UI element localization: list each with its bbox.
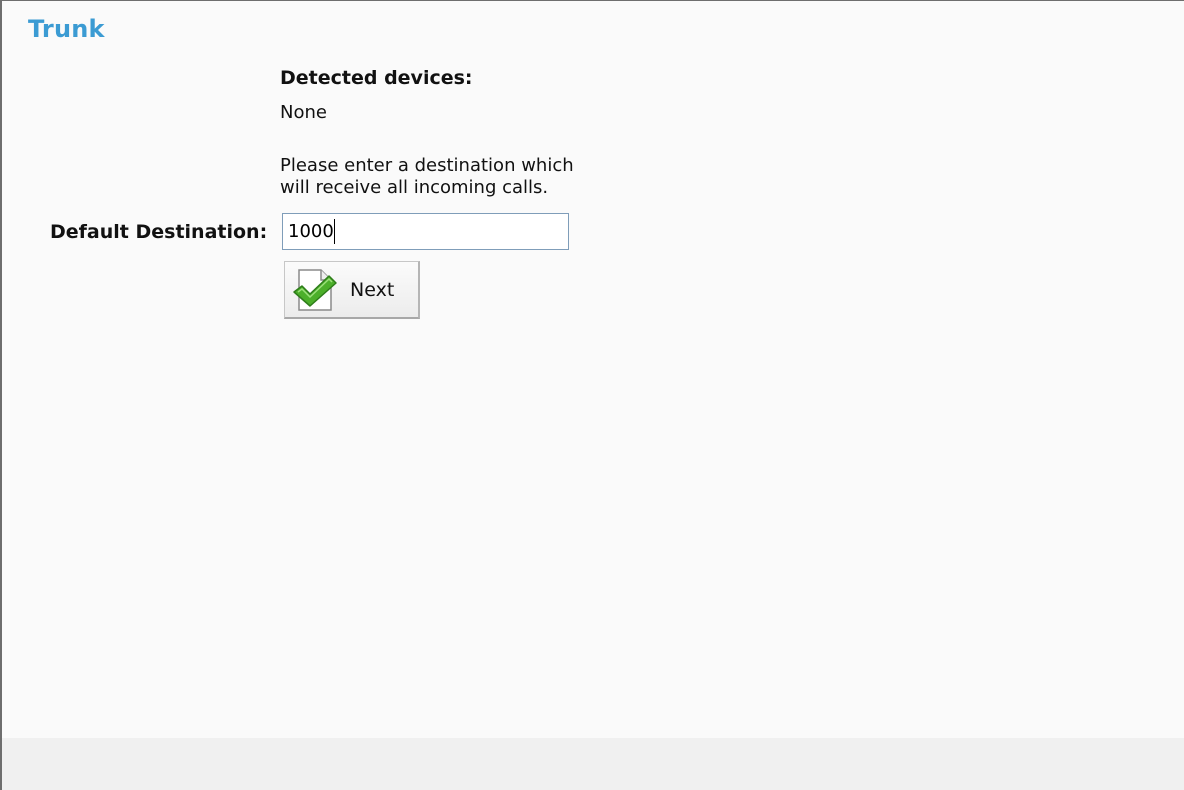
text-caret <box>334 219 335 244</box>
next-button[interactable]: Next <box>284 261 420 319</box>
destination-instructions: Please enter a destination which will re… <box>280 155 574 198</box>
default-destination-input[interactable] <box>282 213 569 250</box>
page-title: Trunk <box>28 15 105 43</box>
trunk-panel: Trunk Detected devices: None Please ente… <box>0 0 1184 790</box>
default-destination-label: Default Destination: <box>50 221 268 243</box>
footer-bar <box>2 738 1184 790</box>
detected-devices-label: Detected devices: <box>280 67 473 89</box>
checkmark-document-icon <box>293 269 337 311</box>
detected-devices-value: None <box>280 102 327 123</box>
next-button-label: Next <box>350 279 395 301</box>
